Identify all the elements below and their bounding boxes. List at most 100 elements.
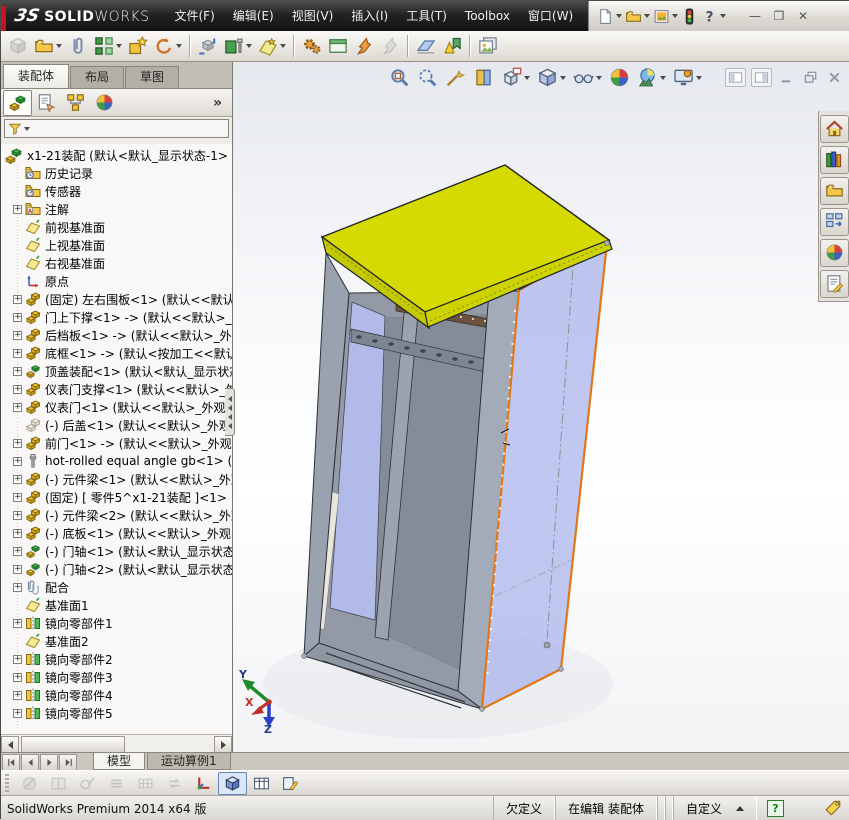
quick-button[interactable]: ? <box>701 8 726 25</box>
feature-tree-item[interactable]: 前视基准面 <box>1 218 232 236</box>
feature-tree-item[interactable]: 前门<1> -> (默认<<默认>_外观 显 <box>1 434 232 452</box>
doc-window-button[interactable] <box>725 68 746 87</box>
expand-toggle[interactable] <box>13 367 22 376</box>
toolbar-button[interactable] <box>325 33 351 59</box>
toolbar-button[interactable] <box>255 33 289 59</box>
expand-toggle[interactable] <box>13 655 22 664</box>
motion-toolbar-button[interactable] <box>102 772 131 795</box>
panel-tab[interactable] <box>90 90 119 116</box>
feature-tree-item[interactable]: (固定) [ 零件5^x1-21装配 ]<1> <box>1 488 232 506</box>
view-tool-button[interactable] <box>573 67 602 88</box>
feature-tree-item[interactable]: 上视基准面 <box>1 236 232 254</box>
toolbar-button[interactable] <box>377 33 403 59</box>
quick-button[interactable] <box>625 8 650 25</box>
quick-button[interactable] <box>681 8 698 25</box>
expand-toggle[interactable] <box>13 475 22 484</box>
feature-tree-item[interactable]: (-) 元件梁<2> (默认<<默认>_外观 <box>1 506 232 524</box>
task-pane-button[interactable] <box>820 115 849 143</box>
feature-tree-item[interactable]: (-) 元件梁<1> (默认<<默认>_外观 <box>1 470 232 488</box>
feature-tree-item[interactable]: 历史记录 <box>1 164 232 182</box>
cabinet-assembly-model[interactable] <box>233 62 849 752</box>
toolbar-button[interactable] <box>469 35 471 57</box>
expand-toggle[interactable] <box>13 493 22 502</box>
feature-tree-item[interactable]: x1-21装配 (默认<默认_显示状态-1> <box>1 146 232 164</box>
motion-toolbar-button[interactable] <box>160 772 189 795</box>
dropdown-arrow-icon[interactable] <box>596 76 602 80</box>
maximize-button[interactable]: ❒ <box>767 6 791 26</box>
document-tab[interactable]: 运动算例1 <box>147 753 231 770</box>
dropdown-arrow-icon[interactable] <box>246 44 252 48</box>
command-tab[interactable]: 草图 <box>125 66 179 88</box>
toolbar-button[interactable] <box>195 33 221 59</box>
feature-tree-item[interactable]: 原点 <box>1 272 232 290</box>
graphics-area[interactable]: Y X Z <box>233 62 849 752</box>
expand-toggle[interactable] <box>13 313 22 322</box>
panel-splitter-handle[interactable] <box>225 388 235 436</box>
motion-toolbar-button[interactable] <box>247 772 276 795</box>
unit-dropdown-arrow-icon[interactable] <box>736 806 744 811</box>
expand-toggle[interactable] <box>13 295 22 304</box>
panel-tab[interactable] <box>61 90 90 116</box>
feature-tree-item[interactable]: 镜向零部件1 <box>1 614 232 632</box>
feature-tree-item[interactable]: 镜向零部件5 <box>1 704 232 722</box>
tab-nav-button[interactable] <box>40 754 58 771</box>
feature-tree-item[interactable]: 镜向零部件2 <box>1 650 232 668</box>
panel-tab[interactable] <box>32 90 61 116</box>
view-tool-button[interactable] <box>473 67 494 88</box>
dropdown-arrow-icon[interactable] <box>672 14 678 18</box>
feature-tree-item[interactable]: 传感器 <box>1 182 232 200</box>
dropdown-arrow-icon[interactable] <box>696 76 702 80</box>
expand-toggle[interactable] <box>13 709 22 718</box>
filter-field[interactable] <box>4 119 229 138</box>
unit-system-cell[interactable]: 自定义 <box>673 796 757 820</box>
view-tool-button[interactable] <box>673 67 702 88</box>
document-tab[interactable]: 模型 <box>93 753 145 770</box>
motion-toolbar-button[interactable] <box>44 772 73 795</box>
feature-tree-item[interactable]: 门上下撑<1> -> (默认<<默认>_外 <box>1 308 232 326</box>
feature-tree-item[interactable]: 顶盖装配<1> (默认<默认_显示状态 <box>1 362 232 380</box>
expand-toggle[interactable] <box>13 691 22 700</box>
view-tool-button[interactable] <box>609 67 630 88</box>
tab-nav-button[interactable] <box>59 754 77 771</box>
quick-button[interactable] <box>653 8 678 25</box>
motion-toolbar-button[interactable] <box>189 772 218 795</box>
task-pane-button[interactable] <box>820 177 849 205</box>
toolbar-button[interactable] <box>221 33 255 59</box>
expand-toggle[interactable] <box>13 583 22 592</box>
panel-overflow-chevron[interactable]: » <box>213 95 222 111</box>
menu-item[interactable]: 编辑(E) <box>224 1 283 31</box>
task-pane-button[interactable] <box>820 146 849 174</box>
expand-toggle[interactable] <box>13 349 22 358</box>
scroll-left-button[interactable] <box>1 736 19 753</box>
doc-window-button[interactable] <box>801 69 820 86</box>
feature-tree-item[interactable]: (-) 门轴<1> (默认<默认_显示状态 <box>1 542 232 560</box>
expand-toggle[interactable] <box>13 457 22 466</box>
feature-tree-item[interactable]: 仪表门<1> (默认<<默认>_外观 显 <box>1 398 232 416</box>
expand-toggle[interactable] <box>13 529 22 538</box>
toolbar-button[interactable] <box>413 33 439 59</box>
motion-toolbar-button[interactable] <box>218 772 247 795</box>
expand-toggle[interactable] <box>13 403 22 412</box>
menu-item[interactable]: 文件(F) <box>166 1 224 31</box>
doc-window-button[interactable] <box>751 68 772 87</box>
toolbar-button[interactable] <box>189 35 191 57</box>
dropdown-arrow-icon[interactable] <box>280 44 286 48</box>
scroll-right-button[interactable] <box>214 736 232 753</box>
minimize-button[interactable]: — <box>743 6 767 26</box>
dropdown-arrow-icon[interactable] <box>720 14 726 18</box>
feature-tree-item[interactable]: hot-rolled equal angle gb<1> ( <box>1 452 232 470</box>
menu-item[interactable]: 插入(I) <box>342 1 397 31</box>
command-tab[interactable]: 布局 <box>70 66 124 88</box>
toolbar-button[interactable] <box>91 33 125 59</box>
feature-tree-item[interactable]: 镜向零部件4 <box>1 686 232 704</box>
feature-tree-item[interactable]: A 注解 <box>1 200 232 218</box>
close-button[interactable]: ✕ <box>791 6 815 26</box>
menu-item[interactable]: 窗口(W) <box>519 1 582 31</box>
view-tool-button[interactable] <box>537 67 566 88</box>
toolbar-button[interactable] <box>407 35 409 57</box>
feature-tree-item[interactable]: 基准面1 <box>1 596 232 614</box>
feature-tree-item[interactable]: 基准面2 <box>1 632 232 650</box>
tree-horizontal-scrollbar[interactable] <box>1 734 232 752</box>
feature-tree-item[interactable]: 底框<1> -> (默认<按加工<<默认 <box>1 344 232 362</box>
view-tool-button[interactable] <box>445 67 466 88</box>
